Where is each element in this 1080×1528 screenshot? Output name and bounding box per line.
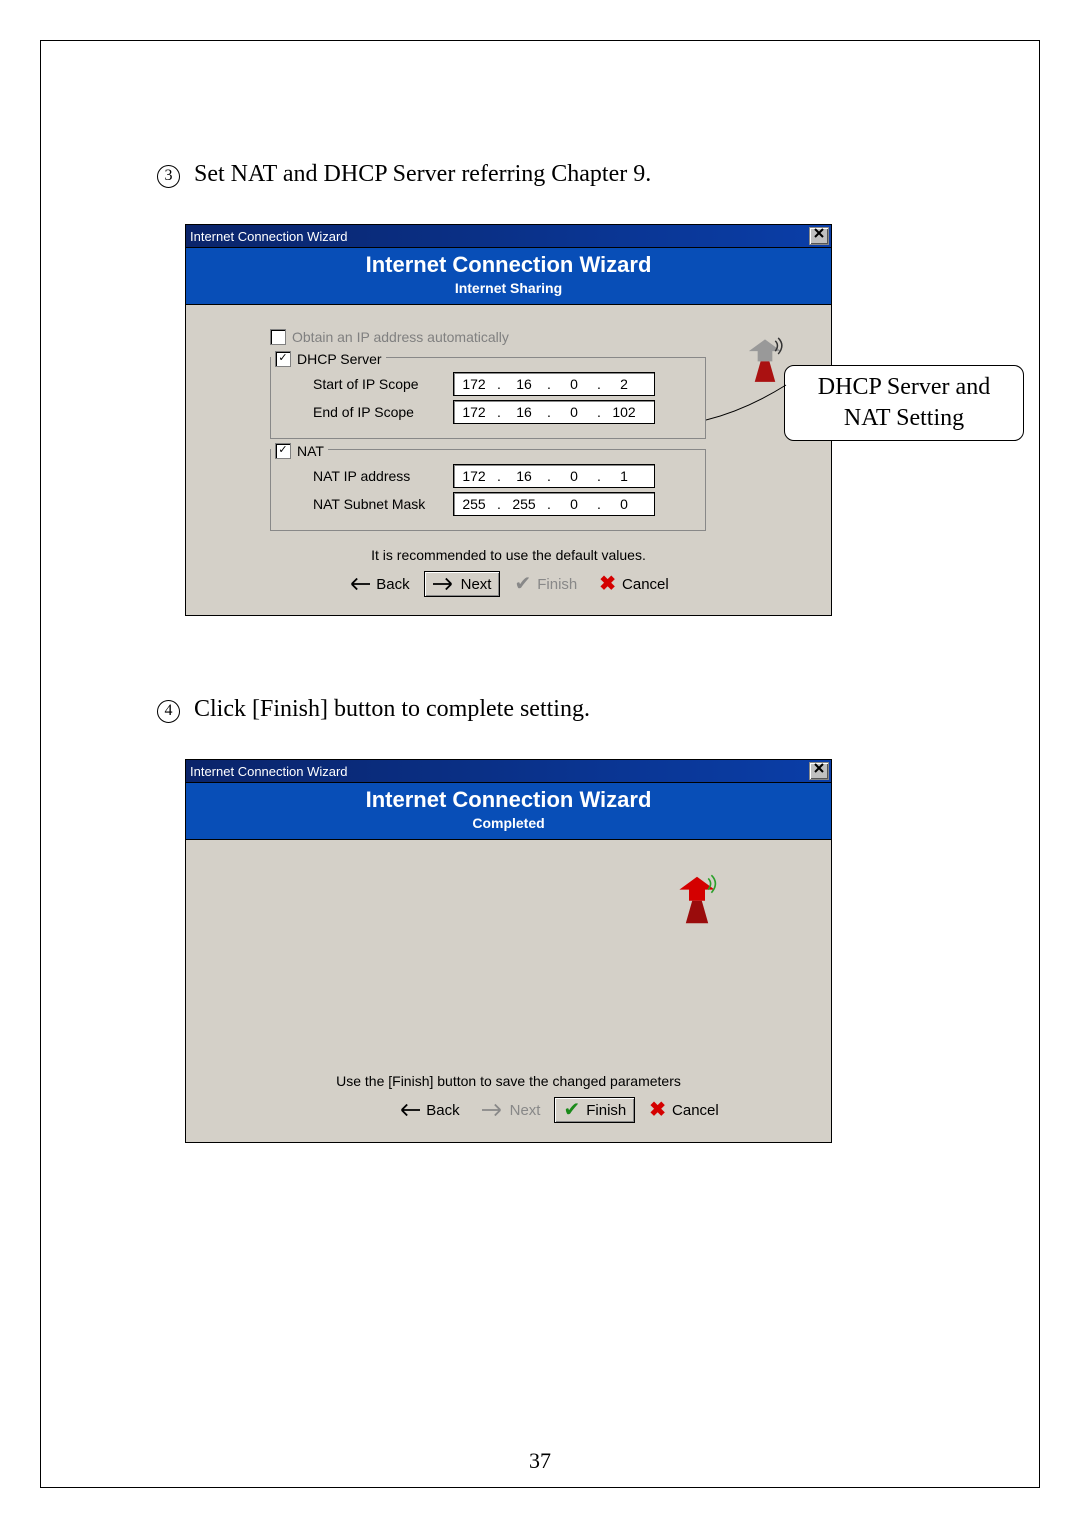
step3-marker: 3 [157, 165, 180, 188]
wizard2-banner: Internet Connection Wizard Completed [186, 782, 831, 840]
arrow-right-icon [433, 574, 455, 594]
auto-ip-checkbox[interactable]: Obtain an IP address automatically [270, 329, 509, 345]
wizard1-window: Internet Connection Wizard Internet Conn… [185, 224, 832, 616]
nat-ip-input[interactable]: 172. 16. 0. 1 [453, 464, 655, 488]
wizard1-banner: Internet Connection Wizard Internet Shar… [186, 247, 831, 305]
wizard2-banner-title: Internet Connection Wizard [186, 787, 831, 813]
back-button[interactable]: Back [340, 571, 417, 597]
wizard2-hint: Use the [Finish] button to save the chan… [200, 1073, 817, 1089]
arrow-left-icon [398, 1100, 420, 1120]
step3-text: 3 Set NAT and DHCP Server referring Chap… [157, 161, 929, 188]
nat-checkbox[interactable]: ✓ NAT [275, 443, 324, 459]
wizard2-title-text: Internet Connection Wizard [190, 764, 809, 779]
network-tower-icon [673, 872, 727, 933]
next-button[interactable]: Next [424, 571, 501, 597]
end-scope-input[interactable]: 172. 16. 0. 102 [453, 400, 655, 424]
callout-bubble: DHCP Server and NAT Setting [784, 365, 1024, 441]
check-icon: ✔ [563, 1100, 580, 1120]
start-scope-input[interactable]: 172. 16. 0. 2 [453, 372, 655, 396]
wizard1-titlebar: Internet Connection Wizard [186, 225, 831, 247]
page-number: 37 [0, 1448, 1080, 1474]
dhcp-checkbox[interactable]: ✓ DHCP Server [275, 351, 382, 367]
dhcp-label: DHCP Server [297, 351, 382, 367]
step4-body: Click [Finish] button to complete settin… [194, 696, 590, 722]
wizard1-hint: It is recommended to use the default val… [200, 547, 817, 563]
step4-marker: 4 [157, 700, 180, 723]
wizard1-body: Obtain an IP address automatically ✓ DHC… [186, 305, 831, 615]
finish-button[interactable]: ✔ Finish [554, 1097, 635, 1123]
wizard2-button-row: Back Next ✔ Finish ✖ Cancel [200, 1089, 817, 1133]
checkbox-checked-icon: ✓ [275, 443, 291, 459]
next-button-disabled: Next [474, 1097, 549, 1123]
finish-button-disabled: ✔ Finish [506, 571, 585, 597]
wizard2-banner-sub: Completed [186, 815, 831, 831]
cancel-button[interactable]: ✖ Cancel [591, 571, 676, 597]
nat-label: NAT [297, 443, 324, 459]
close-icon[interactable] [809, 227, 829, 245]
checkbox-checked-icon: ✓ [275, 351, 291, 367]
nat-groupbox: ✓ NAT NAT IP address 172. 16. 0. 1 [270, 449, 706, 531]
wizard2-window: Internet Connection Wizard Internet Conn… [185, 759, 832, 1143]
arrow-right-icon [482, 1100, 504, 1120]
wizard1-banner-sub: Internet Sharing [186, 280, 831, 296]
step4-text: 4 Click [Finish] button to complete sett… [157, 696, 929, 723]
nat-mask-input[interactable]: 255. 255. 0. 0 [453, 492, 655, 516]
step3-body: Set NAT and DHCP Server referring Chapte… [194, 161, 651, 187]
back-button[interactable]: Back [390, 1097, 467, 1123]
cancel-button[interactable]: ✖ Cancel [641, 1097, 726, 1123]
wizard1-title-text: Internet Connection Wizard [190, 229, 809, 244]
x-icon: ✖ [649, 1100, 666, 1120]
arrow-left-icon [348, 574, 370, 594]
dhcp-groupbox: ✓ DHCP Server Start of IP Scope 172. 16.… [270, 357, 706, 439]
auto-ip-label: Obtain an IP address automatically [292, 329, 509, 345]
wizard2-body: Use the [Finish] button to save the chan… [186, 840, 831, 1142]
nat-ip-label: NAT IP address [313, 468, 453, 484]
start-scope-label: Start of IP Scope [313, 376, 453, 392]
check-icon: ✔ [514, 574, 531, 594]
x-icon: ✖ [599, 574, 616, 594]
close-icon[interactable] [809, 762, 829, 780]
end-scope-label: End of IP Scope [313, 404, 453, 420]
wizard1-banner-title: Internet Connection Wizard [186, 252, 831, 278]
nat-mask-label: NAT Subnet Mask [313, 496, 453, 512]
wizard1-button-row: Back Next ✔ Finish ✖ Cancel [200, 563, 817, 607]
wizard2-titlebar: Internet Connection Wizard [186, 760, 831, 782]
checkbox-box-icon [270, 329, 286, 345]
